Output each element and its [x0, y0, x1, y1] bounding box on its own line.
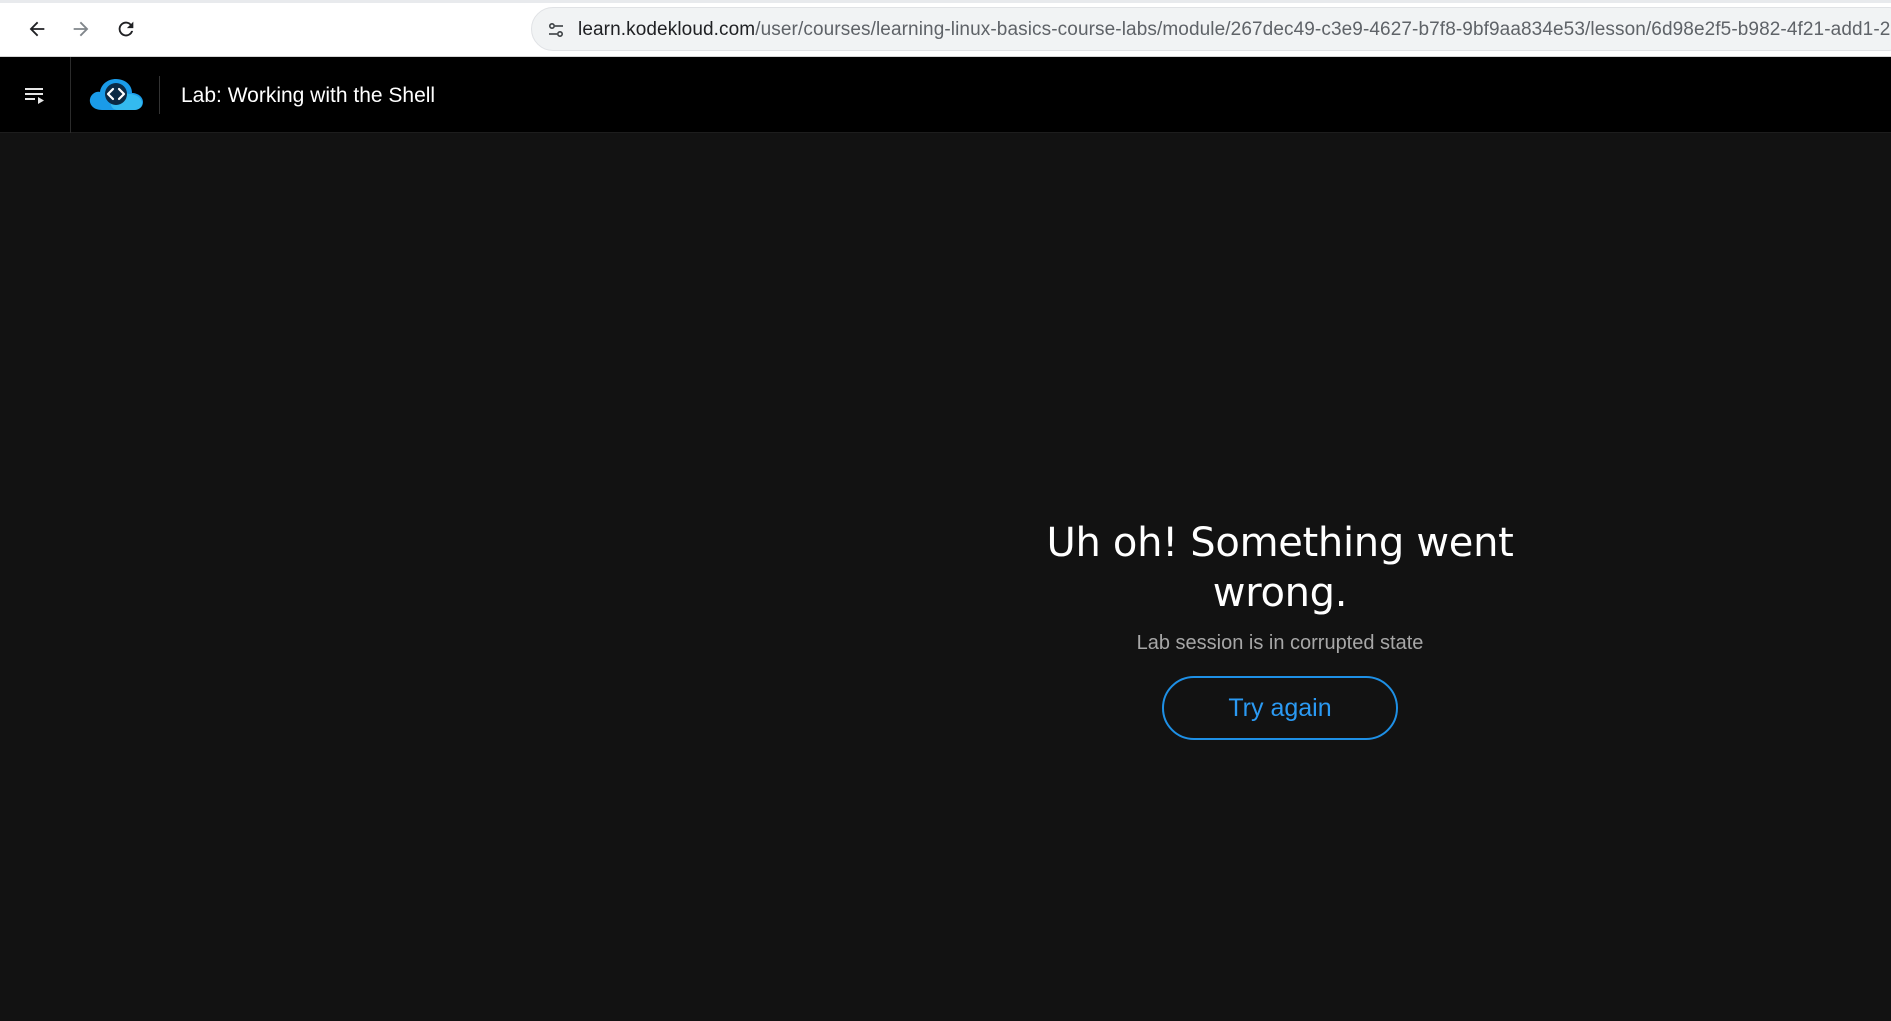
lab-content-area: [0, 134, 1891, 1021]
arrow-left-icon: [29, 21, 45, 37]
kodekloud-logo[interactable]: [88, 77, 144, 113]
reload-button[interactable]: [110, 13, 142, 45]
url-text: learn.kodekloud.com/user/courses/learnin…: [578, 20, 1891, 40]
site-info-button[interactable]: [542, 16, 570, 44]
app-header: Lab: Working with the Shell: [0, 57, 1891, 133]
tune-icon: [548, 22, 564, 38]
try-again-button[interactable]: Try again: [1162, 676, 1398, 740]
header-divider: [159, 76, 160, 114]
lab-title: Lab: Working with the Shell: [181, 84, 436, 107]
tab-strip-edge: [0, 0, 1891, 3]
playlist-menu-icon: [25, 88, 44, 104]
reload-icon: [118, 21, 134, 37]
address-bar[interactable]: learn.kodekloud.com/user/courses/learnin…: [531, 7, 1891, 51]
arrow-right-icon: [73, 21, 89, 37]
back-button[interactable]: [21, 13, 53, 45]
lesson-menu-button[interactable]: [0, 57, 71, 133]
url-path: /user/courses/learning-linux-basics-cour…: [755, 19, 1891, 40]
error-panel: Uh oh! Something went wrong. Lab session…: [980, 518, 1580, 740]
error-title: Uh oh! Something went wrong.: [1046, 520, 1514, 616]
url-host: learn.kodekloud.com: [578, 19, 756, 40]
error-message: Lab session is in corrupted state: [1136, 632, 1424, 654]
browser-toolbar: learn.kodekloud.com/user/courses/learnin…: [0, 0, 1891, 57]
forward-button[interactable]: [65, 13, 97, 45]
